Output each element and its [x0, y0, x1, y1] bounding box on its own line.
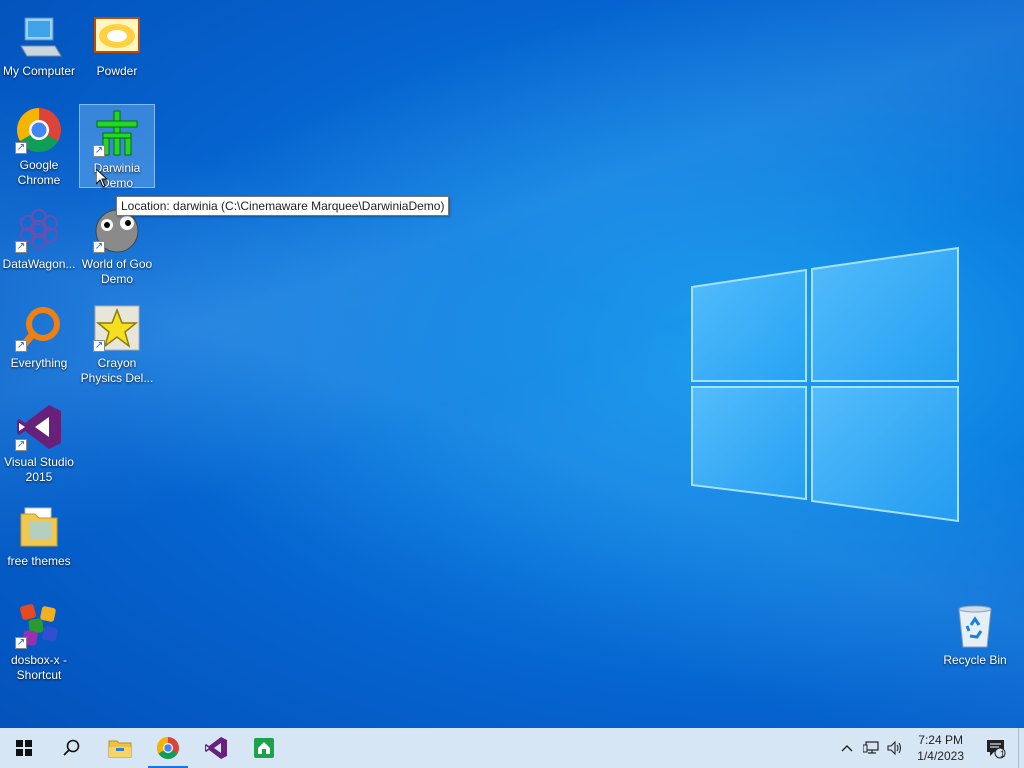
action-center-button[interactable]: 1 [974, 728, 1018, 768]
search-icon [63, 739, 80, 756]
chrome-icon [157, 737, 179, 759]
desktop-icon-my-computer[interactable]: My Computer [1, 8, 77, 79]
icon-label: Everything [10, 356, 68, 370]
home-app-icon [254, 738, 274, 758]
show-hidden-icons-chevron-up-icon[interactable] [835, 728, 859, 768]
desktop-icon-google-chrome[interactable]: ↗ Google Chrome [1, 102, 77, 188]
taskbar-home-app[interactable] [240, 728, 288, 768]
windows-logo-wallpaper [691, 246, 959, 523]
desktop-icon-visual-studio-2015[interactable]: ↗ Visual Studio 2015 [1, 399, 77, 485]
shortcut-arrow-icon: ↗ [15, 142, 27, 154]
datawagon-icon: ↗ [15, 205, 63, 253]
chrome-icon: ↗ [15, 106, 63, 154]
shortcut-arrow-icon: ↗ [93, 241, 105, 253]
icon-label: Darwinia Demo [93, 161, 141, 190]
taskbar-visual-studio[interactable] [192, 728, 240, 768]
volume-icon[interactable] [883, 728, 907, 768]
location-tooltip: Location: darwinia (C:\Cinemaware Marque… [116, 196, 450, 216]
icon-label: Recycle Bin [943, 653, 1007, 667]
desktop[interactable]: { "desktop": { "icons": [ {"label": "My … [0, 0, 1024, 768]
visual-studio-icon [205, 737, 227, 759]
start-icon [16, 740, 32, 756]
desktop-icon-everything[interactable]: ↗ Everything [1, 300, 77, 371]
shortcut-arrow-icon: ↗ [93, 145, 105, 157]
shortcut-arrow-icon: ↗ [15, 241, 27, 253]
desktop-icon-recycle-bin[interactable]: Recycle Bin [937, 597, 1013, 668]
icon-label: Crayon Physics Del... [80, 356, 154, 385]
taskbar: 7:24 PM 1/4/2023 1 [0, 728, 1024, 768]
shortcut-arrow-icon: ↗ [15, 439, 27, 451]
start-button[interactable] [0, 728, 48, 768]
file-explorer-icon [108, 740, 132, 758]
desktop-icon-powder[interactable]: Powder [79, 8, 155, 79]
search-button[interactable] [48, 728, 96, 768]
folder-icon [15, 502, 63, 550]
taskbar-file-explorer[interactable] [96, 728, 144, 768]
mouse-cursor-icon [96, 169, 108, 188]
notification-count-badge: 1 [1000, 749, 1006, 759]
icon-label: My Computer [2, 64, 76, 78]
shortcut-arrow-icon: ↗ [93, 340, 105, 352]
system-tray: 7:24 PM 1/4/2023 1 [835, 728, 1024, 768]
icon-label: DataWagon... [2, 257, 76, 271]
icon-label: Google Chrome [17, 158, 61, 187]
visual-studio-icon: ↗ [15, 403, 63, 451]
computer-icon [15, 12, 63, 60]
show-desktop-button[interactable] [1018, 728, 1024, 768]
icon-label: Powder [96, 64, 138, 78]
dosbox-icon: ↗ [15, 601, 63, 649]
icon-label: Visual Studio 2015 [4, 455, 74, 484]
shortcut-arrow-icon: ↗ [15, 637, 27, 649]
everything-icon: ↗ [15, 304, 63, 352]
taskbar-chrome[interactable] [144, 728, 192, 768]
icon-label: free themes [7, 554, 71, 568]
shortcut-arrow-icon: ↗ [15, 340, 27, 352]
powder-icon [93, 12, 141, 60]
desktop-icon-free-themes[interactable]: free themes [1, 498, 77, 569]
recycle-bin-icon [951, 601, 999, 649]
clock-time: 7:24 PM [918, 733, 963, 747]
desktop-icon-darwinia-demo[interactable]: ↗ Darwinia Demo [79, 104, 155, 190]
desktop-icon-dosbox-x[interactable]: ↗ dosbox-x - Shortcut [1, 597, 77, 683]
icon-label: dosbox-x - Shortcut [10, 653, 68, 682]
desktop-icon-crayon-physics[interactable]: ↗ Crayon Physics Del... [79, 300, 155, 386]
crayon-physics-icon: ↗ [93, 304, 141, 352]
network-icon[interactable] [859, 728, 883, 768]
icon-label: World of Goo Demo [81, 257, 153, 286]
clock[interactable]: 7:24 PM 1/4/2023 [907, 732, 974, 764]
darwinia-icon: ↗ [93, 109, 141, 157]
desktop-icon-datawagon[interactable]: ↗ DataWagon... [1, 201, 77, 272]
clock-date: 1/4/2023 [917, 749, 964, 763]
